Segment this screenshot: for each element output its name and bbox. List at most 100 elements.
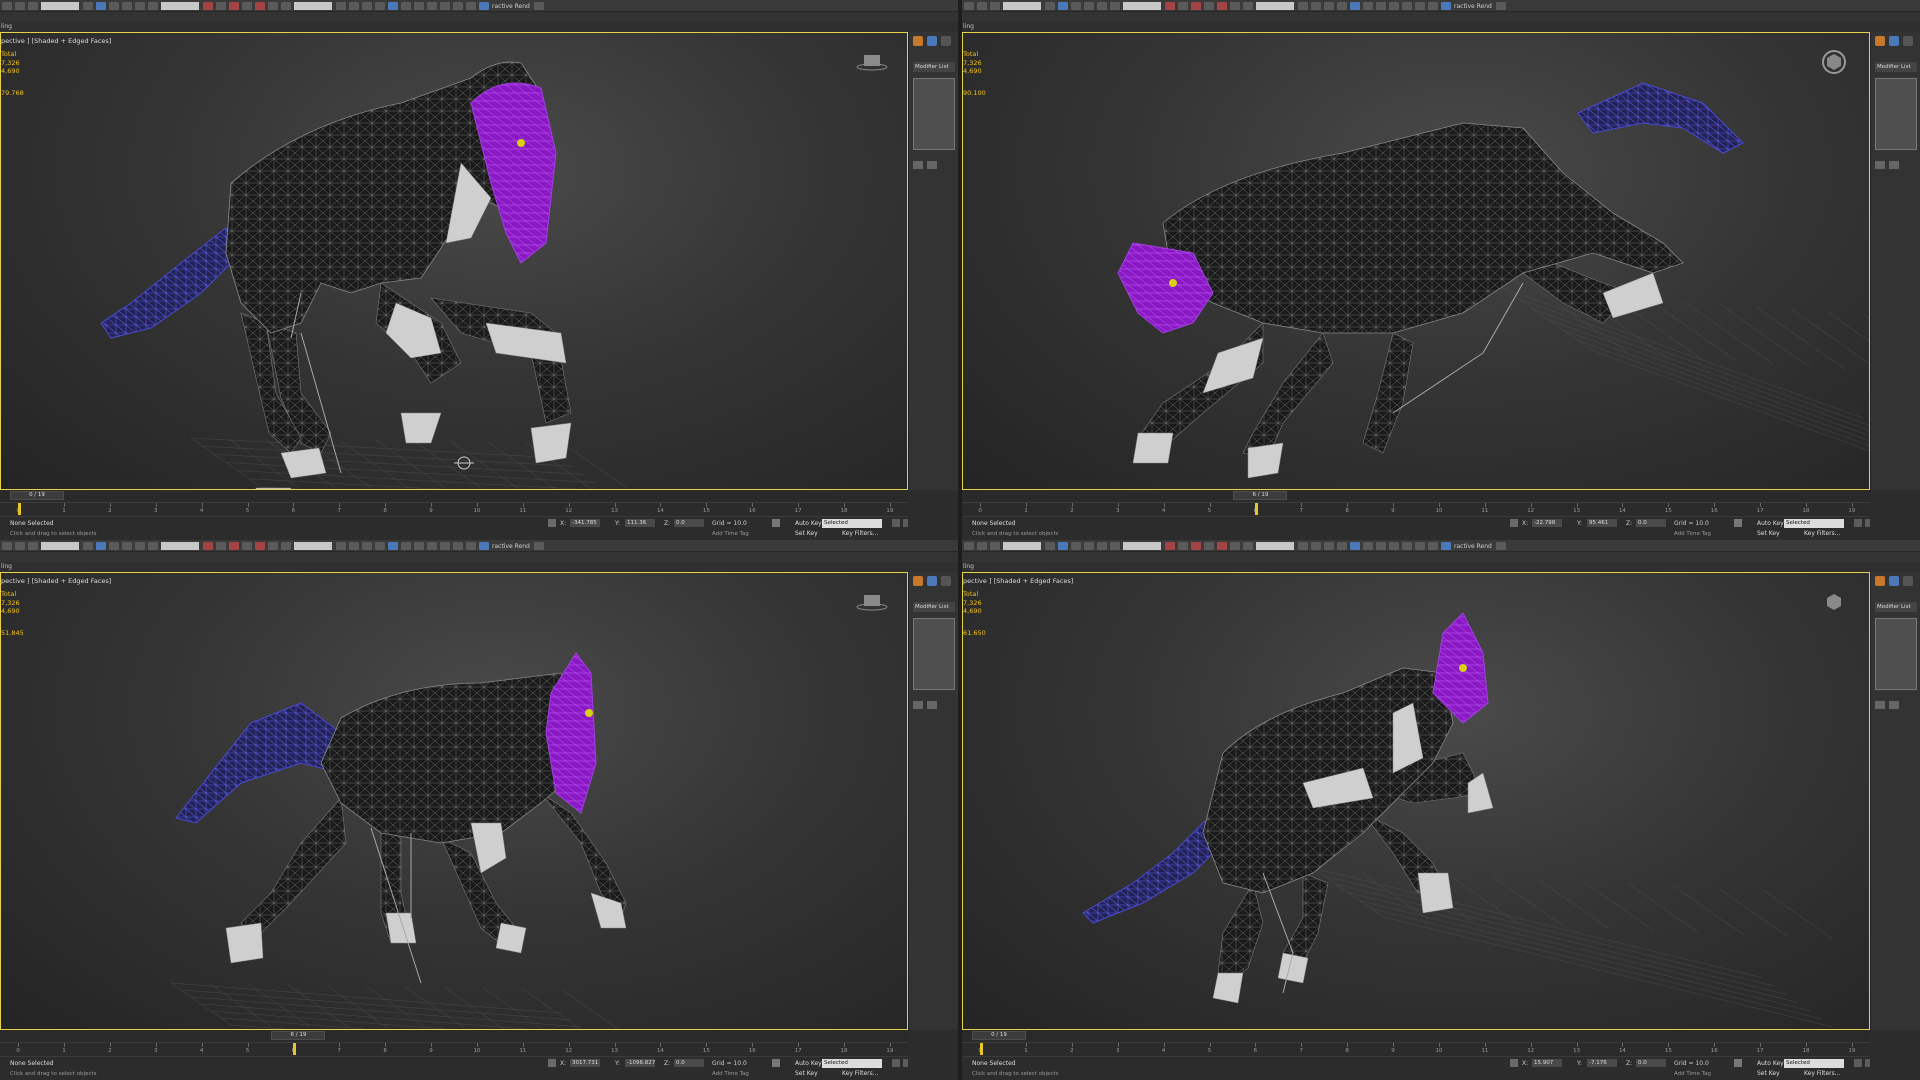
set-key-button[interactable]: Set Key (795, 1070, 818, 1077)
modifier-list-dropdown[interactable]: Modifier List (913, 62, 955, 72)
align-icon[interactable] (349, 542, 359, 550)
hierarchy-tab-icon[interactable] (941, 36, 951, 46)
create-tab-icon[interactable] (1875, 576, 1885, 586)
scene-canvas[interactable] (963, 573, 1869, 1029)
window-crossing-icon[interactable] (1071, 542, 1081, 550)
key-mode-dropdown[interactable]: Selected (822, 519, 882, 528)
z-coord-field[interactable]: 0.0 (674, 1059, 704, 1067)
schematic-icon[interactable] (401, 542, 411, 550)
render-frame-icon[interactable] (440, 2, 450, 10)
set-key-button[interactable]: Set Key (1757, 1070, 1780, 1077)
named-sets-icon[interactable] (1243, 2, 1253, 10)
layer-icon[interactable] (362, 2, 372, 10)
named-sets-icon[interactable] (281, 542, 291, 550)
z-coord-field[interactable]: 0.0 (674, 519, 704, 527)
add-time-tag[interactable]: Add Time Tag (712, 1071, 749, 1077)
modifier-list-dropdown[interactable]: Modifier List (1875, 602, 1917, 612)
playhead-marker[interactable] (1255, 503, 1259, 515)
window-crossing-icon[interactable] (109, 542, 119, 550)
select-region-icon[interactable] (1058, 2, 1068, 10)
z-coord-field[interactable]: 0.0 (1636, 1059, 1666, 1067)
mirror-icon[interactable] (1298, 2, 1308, 10)
key-mode-dropdown[interactable]: Selected (1784, 519, 1844, 528)
undo-icon[interactable] (964, 542, 974, 550)
lock-icon[interactable] (548, 519, 556, 527)
percent-snap-icon[interactable] (1217, 2, 1227, 10)
move-icon[interactable] (122, 2, 132, 10)
render-icon-2[interactable] (466, 2, 476, 10)
move-icon[interactable] (122, 542, 132, 550)
select-region-icon[interactable] (1058, 542, 1068, 550)
activeshade-icon[interactable] (1441, 542, 1451, 550)
link-icon[interactable] (28, 542, 38, 550)
layer-icon[interactable] (1324, 2, 1334, 10)
time-slider[interactable]: 0 / 19 (10, 491, 64, 500)
render-setup-icon[interactable] (427, 542, 437, 550)
viewcube-icon[interactable] (1817, 589, 1851, 615)
rotate-icon[interactable] (1097, 2, 1107, 10)
snap-icon[interactable] (1191, 2, 1201, 10)
manipulate-icon[interactable] (1178, 2, 1188, 10)
key-filters-button[interactable]: Key Filters... (1804, 530, 1841, 537)
material-editor-icon[interactable] (1376, 2, 1386, 10)
select-region-icon[interactable] (96, 542, 106, 550)
redo-icon[interactable] (15, 2, 25, 10)
spinner-snap-icon[interactable] (1230, 2, 1240, 10)
spinner-snap-icon[interactable] (268, 542, 278, 550)
create-tab-icon[interactable] (1875, 36, 1885, 46)
render-icon[interactable] (453, 2, 463, 10)
render-label[interactable]: ractive Rend (1454, 3, 1492, 10)
named-sets-icon[interactable] (281, 2, 291, 10)
expand-icon[interactable] (533, 542, 544, 550)
render-frame-icon[interactable] (440, 542, 450, 550)
render-label[interactable]: ractive Rend (492, 3, 530, 10)
curve-editor-icon[interactable] (1350, 542, 1360, 550)
y-coord-field[interactable]: -1096.827 (625, 1059, 655, 1067)
y-coord-field[interactable]: 95.461 (1587, 519, 1617, 527)
auto-key-button[interactable]: Auto Key (795, 520, 822, 527)
scale-icon[interactable] (1110, 542, 1120, 550)
scale-icon[interactable] (148, 2, 158, 10)
viewcube-icon[interactable] (855, 49, 889, 75)
scene-explorer-icon[interactable] (1337, 2, 1347, 10)
layer-icon[interactable] (362, 542, 372, 550)
playhead-marker[interactable] (18, 503, 22, 515)
percent-snap-icon[interactable] (1217, 542, 1227, 550)
select-icon[interactable] (1045, 542, 1055, 550)
expand-icon[interactable] (1495, 542, 1506, 550)
schematic-icon[interactable] (401, 2, 411, 10)
create-tab-icon[interactable] (913, 36, 923, 46)
x-coord-field[interactable]: 15.907 (1532, 1059, 1562, 1067)
render-icon[interactable] (1415, 2, 1425, 10)
align-icon[interactable] (1311, 542, 1321, 550)
modifier-stack[interactable] (913, 78, 955, 150)
set-key-button[interactable]: Set Key (1757, 530, 1780, 537)
x-coord-field[interactable]: -341.785 (570, 519, 600, 527)
ref-coord-dropdown[interactable] (161, 542, 199, 550)
pivot-icon[interactable] (1165, 2, 1175, 10)
scene-explorer-icon[interactable] (1337, 542, 1347, 550)
schematic-icon[interactable] (1363, 542, 1373, 550)
x-coord-field[interactable]: 3017.731 (570, 1059, 600, 1067)
modifier-stack[interactable] (1875, 78, 1917, 150)
render-setup-icon[interactable] (1389, 2, 1399, 10)
add-time-tag[interactable]: Add Time Tag (1674, 1071, 1711, 1077)
set-key-button[interactable]: Set Key (795, 530, 818, 537)
render-label[interactable]: ractive Rend (1454, 543, 1492, 550)
render-icon-2[interactable] (1428, 2, 1438, 10)
named-sets-icon[interactable] (1243, 542, 1253, 550)
auto-key-button[interactable]: Auto Key (795, 1060, 822, 1067)
activeshade-icon[interactable] (1441, 2, 1451, 10)
material-editor-icon[interactable] (414, 2, 424, 10)
align-icon[interactable] (1311, 2, 1321, 10)
auto-key-button[interactable]: Auto Key (1757, 520, 1784, 527)
key-mode-dropdown[interactable]: Selected (1784, 1059, 1844, 1068)
timeline-ruler[interactable]: 012345678910111213141516171819 (962, 1042, 1870, 1056)
material-editor-icon[interactable] (414, 542, 424, 550)
y-coord-field[interactable]: 111.36 (625, 519, 655, 527)
render-icon[interactable] (453, 542, 463, 550)
rotate-icon[interactable] (135, 2, 145, 10)
pin-stack-icon[interactable] (913, 701, 923, 709)
viewport[interactable]: pective ] [Shaded + Edged Faces] Total 7,3… (0, 572, 908, 1030)
viewcube-icon[interactable] (855, 589, 889, 615)
